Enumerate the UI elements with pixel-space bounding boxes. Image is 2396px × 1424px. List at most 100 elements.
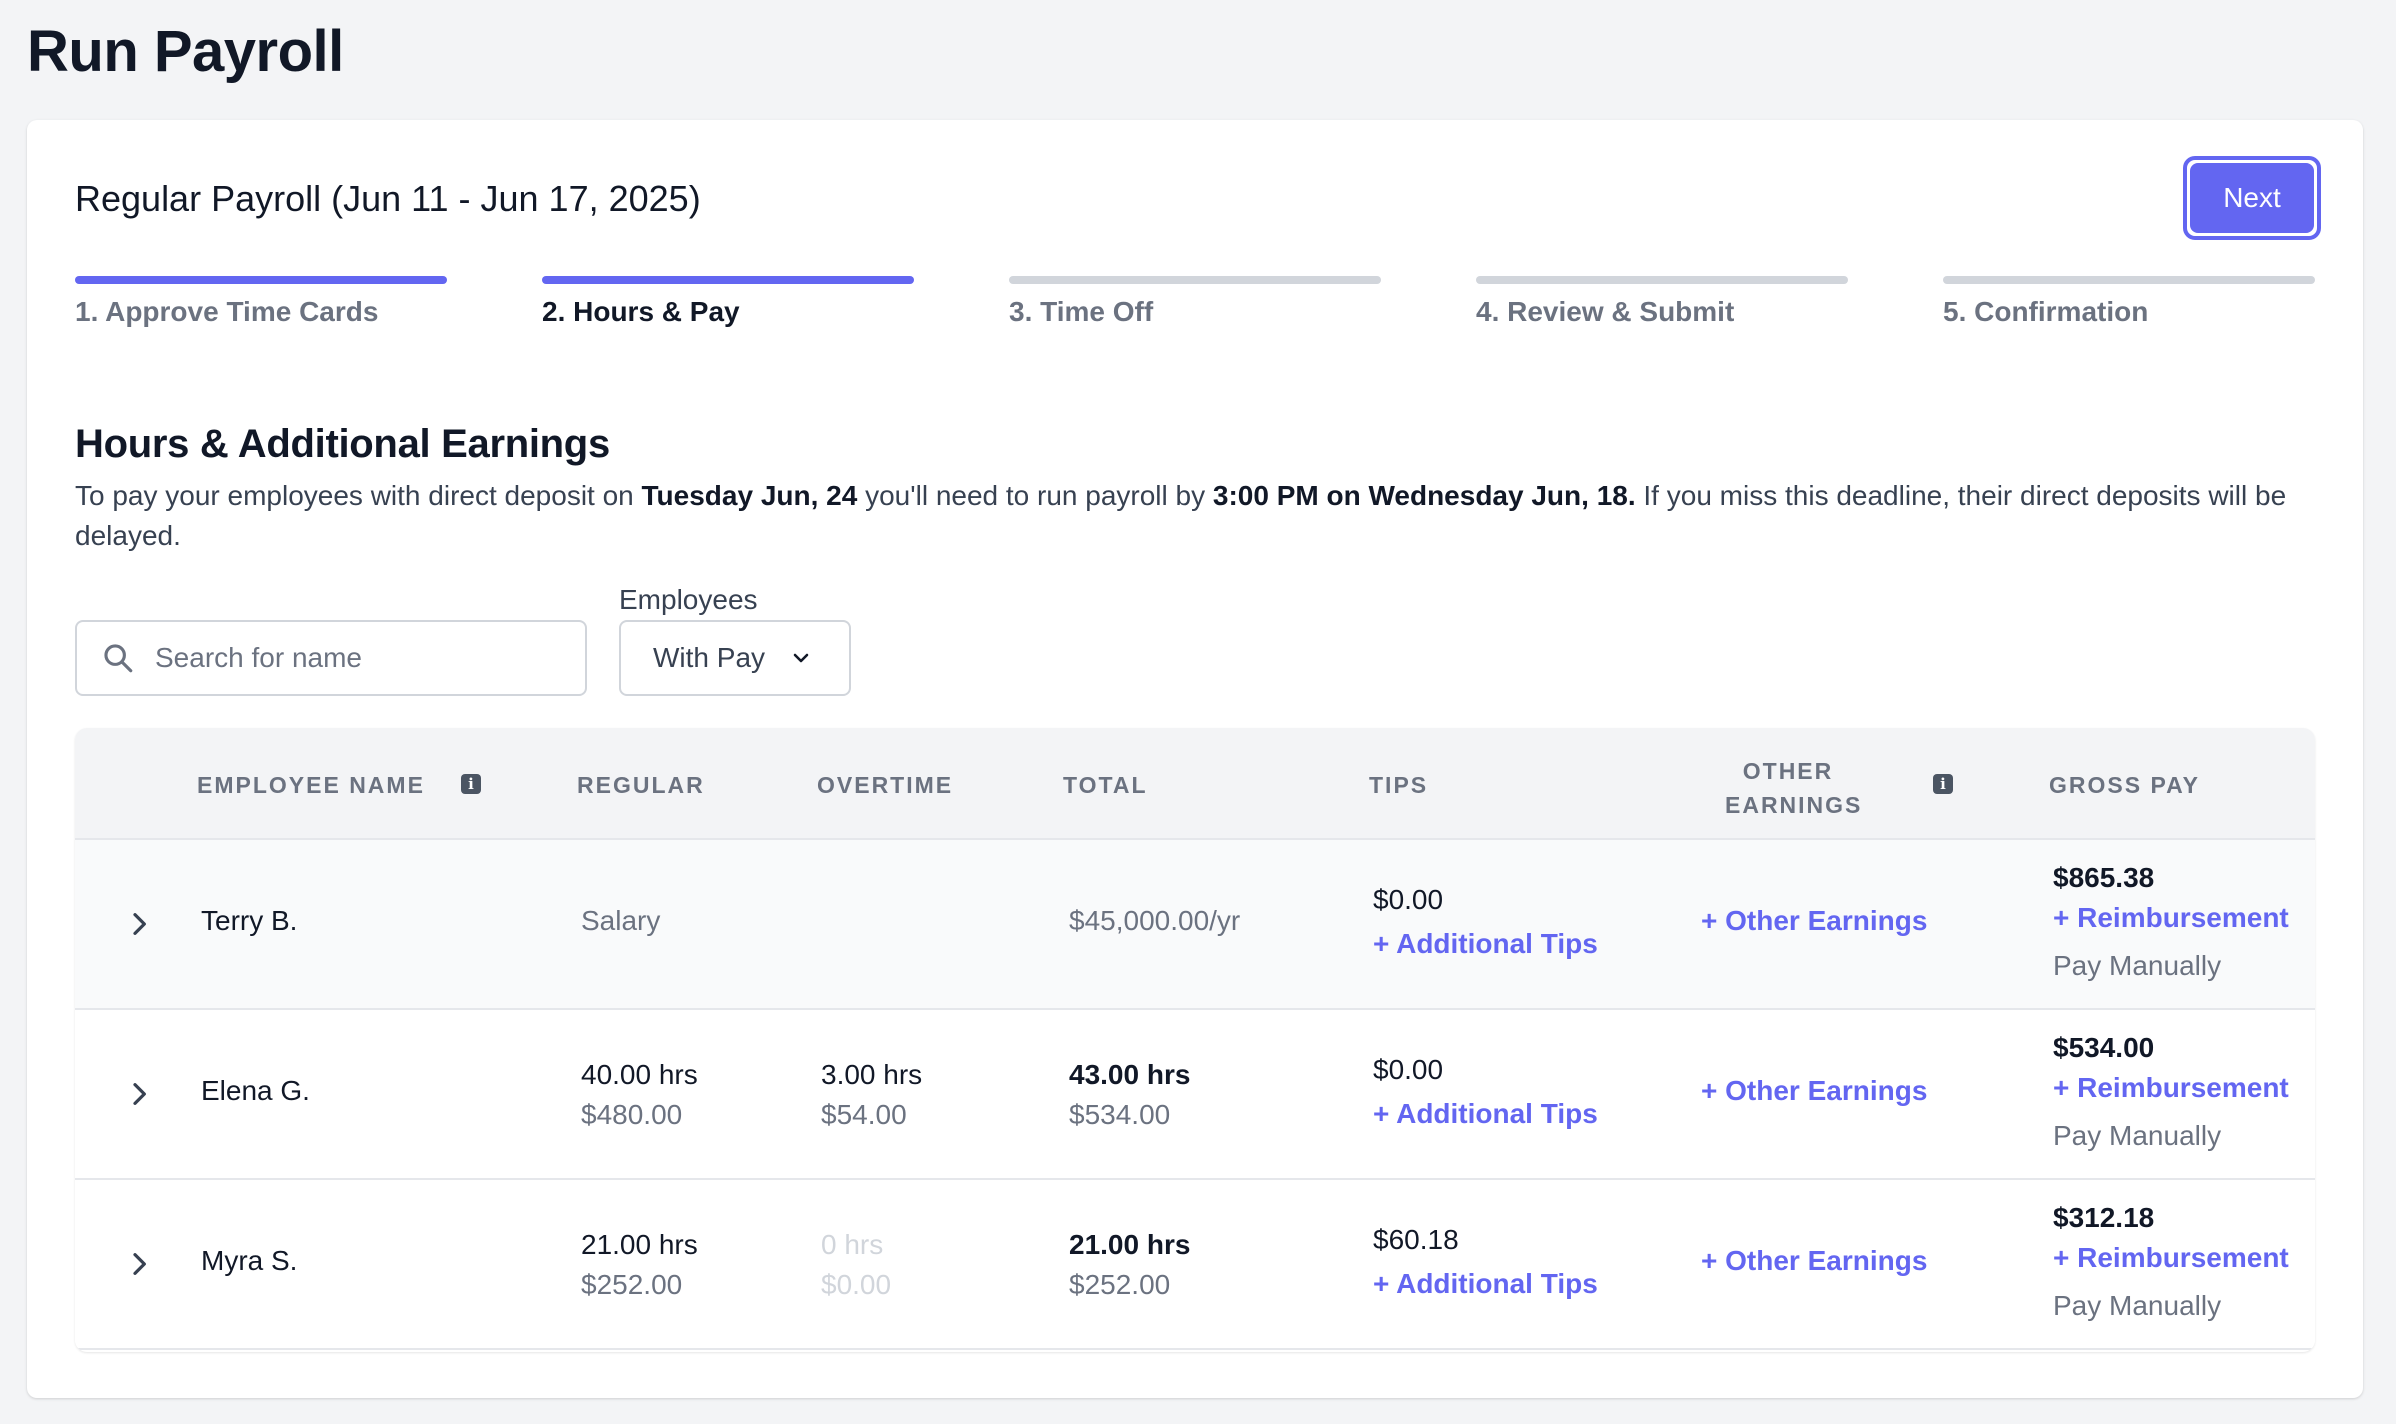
col-overtime: Overtime xyxy=(817,772,954,798)
gross-pay-cell: $312.18 + Reimbursement Pay Manually xyxy=(2053,1198,2289,1326)
gross-pay-amount: $312.18 xyxy=(2053,1202,2155,1233)
total-hours: 43.00 hrs xyxy=(1069,1059,1191,1090)
tips-cell: $0.00 + Additional Tips xyxy=(1373,880,1598,964)
gross-pay-amount: $865.38 xyxy=(2053,862,2155,893)
step-label: 5. Confirmation xyxy=(1943,296,2149,327)
step-time-off[interactable]: 3. Time Off xyxy=(1009,276,1381,328)
employee-name: Myra S. xyxy=(201,1245,298,1276)
header-line: Earnings xyxy=(1725,792,1863,818)
chevron-down-icon xyxy=(793,653,809,663)
desc-text: To pay your employees with direct deposi… xyxy=(75,480,642,511)
payroll-card: Regular Payroll (Jun 11 - Jun 17, 2025) … xyxy=(27,120,2363,1398)
step-bar xyxy=(1009,276,1381,284)
earnings-table: Employee Name i Regular Overtime Total T… xyxy=(75,728,2315,1352)
total-cell: 21.00 hrs $252.00 xyxy=(1069,1225,1190,1305)
regular-amount: $480.00 xyxy=(581,1099,683,1130)
next-button-label: Next xyxy=(2190,163,2314,233)
progress-steps: 1. Approve Time Cards 2. Hours & Pay 3. … xyxy=(75,276,2315,356)
search-input[interactable] xyxy=(155,642,535,674)
additional-tips-link[interactable]: + Additional Tips xyxy=(1373,1264,1598,1304)
regular-hours: 40.00 hrs xyxy=(581,1059,698,1090)
pay-manually-link[interactable]: Pay Manually xyxy=(2053,946,2289,986)
overtime-cell: 3.00 hrs $54.00 xyxy=(821,1055,922,1135)
other-earnings-link[interactable]: + Other Earnings xyxy=(1701,1245,1927,1277)
overtime-amount: $0.00 xyxy=(821,1269,892,1300)
gross-pay-cell: $534.00 + Reimbursement Pay Manually xyxy=(2053,1028,2289,1156)
gross-pay-amount: $534.00 xyxy=(2053,1032,2155,1063)
total-cell: 43.00 hrs $534.00 xyxy=(1069,1055,1190,1135)
deposit-date: Tuesday Jun, 24 xyxy=(641,480,858,511)
filter-value: With Pay xyxy=(653,642,766,673)
step-bar xyxy=(1943,276,2315,284)
step-hours-and-pay[interactable]: 2. Hours & Pay xyxy=(542,276,914,328)
pay-manually-link[interactable]: Pay Manually xyxy=(2053,1286,2289,1326)
tips-cell: $60.18 + Additional Tips xyxy=(1373,1220,1598,1304)
regular-cell: 21.00 hrs $252.00 xyxy=(581,1225,698,1305)
tips-amount: $60.18 xyxy=(1373,1224,1459,1255)
pay-manually-link[interactable]: Pay Manually xyxy=(2053,1116,2289,1156)
step-approve-time-cards[interactable]: 1. Approve Time Cards xyxy=(75,276,447,328)
chevron-right-icon[interactable] xyxy=(123,1078,155,1110)
overtime-hours: 3.00 hrs xyxy=(821,1059,923,1090)
total-amount: $252.00 xyxy=(1069,1269,1171,1300)
tips-amount: $0.00 xyxy=(1373,1054,1444,1085)
col-gross-pay: Gross Pay xyxy=(2049,772,2200,798)
regular-cell: 40.00 hrs $480.00 xyxy=(581,1055,698,1135)
chevron-right-icon[interactable] xyxy=(123,1248,155,1280)
info-icon[interactable]: i xyxy=(1933,774,1953,794)
other-earnings-link[interactable]: + Other Earnings xyxy=(1701,905,1927,937)
col-employee-name[interactable]: Employee Name xyxy=(197,772,425,799)
step-label: 4. Review & Submit xyxy=(1476,296,1735,327)
info-icon[interactable]: i xyxy=(461,774,481,794)
total-salary: $45,000.00/yr xyxy=(1069,905,1241,936)
table-row: Myra S. 21.00 hrs $252.00 0 hrs $0.00 21… xyxy=(75,1180,2315,1350)
payroll-deadline: 3:00 PM on Wednesday Jun, 18. xyxy=(1212,480,1636,511)
total-hours: 21.00 hrs xyxy=(1069,1229,1191,1260)
desc-text: you'll need to run payroll by xyxy=(857,480,1213,511)
step-label: 3. Time Off xyxy=(1009,296,1154,327)
step-label: 1. Approve Time Cards xyxy=(75,296,379,327)
employees-filter-select[interactable]: With Pay xyxy=(619,620,851,696)
reimbursement-link[interactable]: + Reimbursement xyxy=(2053,1068,2289,1108)
total-amount: $534.00 xyxy=(1069,1099,1171,1130)
chevron-right-icon[interactable] xyxy=(123,908,155,940)
col-total: Total xyxy=(1063,772,1148,798)
overtime-hours: 0 hrs xyxy=(821,1229,884,1260)
step-bar xyxy=(1476,276,1848,284)
additional-tips-link[interactable]: + Additional Tips xyxy=(1373,1094,1598,1134)
employee-name: Terry B. xyxy=(201,905,298,936)
col-tips: Tips xyxy=(1369,772,1429,798)
step-bar xyxy=(75,276,447,284)
col-other-earnings: Other Earnings xyxy=(1725,754,1863,822)
additional-tips-link[interactable]: + Additional Tips xyxy=(1373,924,1598,964)
table-header: Employee Name i Regular Overtime Total T… xyxy=(75,728,2315,840)
regular-salary: Salary xyxy=(581,905,661,936)
search-icon xyxy=(104,644,133,673)
employees-filter-label: Employees xyxy=(619,584,758,615)
section-description: To pay your employees with direct deposi… xyxy=(75,476,2335,556)
employee-name: Elena G. xyxy=(201,1075,310,1106)
overtime-cell: 0 hrs $0.00 xyxy=(821,1225,891,1305)
table-row: Elena G. 40.00 hrs $480.00 3.00 hrs $54.… xyxy=(75,1010,2315,1180)
regular-hours: 21.00 hrs xyxy=(581,1229,698,1260)
step-review-and-submit[interactable]: 4. Review & Submit xyxy=(1476,276,1848,328)
other-earnings-link[interactable]: + Other Earnings xyxy=(1701,1075,1927,1107)
page-title: Run Payroll xyxy=(27,19,344,84)
reimbursement-link[interactable]: + Reimbursement xyxy=(2053,1238,2289,1278)
search-box[interactable] xyxy=(75,620,587,696)
table-row: Terry B. Salary $45,000.00/yr $0.00 + Ad… xyxy=(75,840,2315,1010)
regular-amount: $252.00 xyxy=(581,1269,683,1300)
step-bar xyxy=(542,276,914,284)
gross-pay-cell: $865.38 + Reimbursement Pay Manually xyxy=(2053,858,2289,986)
overtime-amount: $54.00 xyxy=(821,1099,907,1130)
tips-amount: $0.00 xyxy=(1373,884,1444,915)
reimbursement-link[interactable]: + Reimbursement xyxy=(2053,898,2289,938)
section-title: Hours & Additional Earnings xyxy=(75,422,610,466)
payroll-title: Regular Payroll (Jun 11 - Jun 17, 2025) xyxy=(75,178,701,219)
header-line: Other xyxy=(1742,758,1834,784)
step-label: 2. Hours & Pay xyxy=(542,296,740,327)
col-regular: Regular xyxy=(577,772,705,798)
next-button[interactable]: Next xyxy=(2183,156,2321,240)
step-confirmation[interactable]: 5. Confirmation xyxy=(1943,276,2315,328)
tips-cell: $0.00 + Additional Tips xyxy=(1373,1050,1598,1134)
